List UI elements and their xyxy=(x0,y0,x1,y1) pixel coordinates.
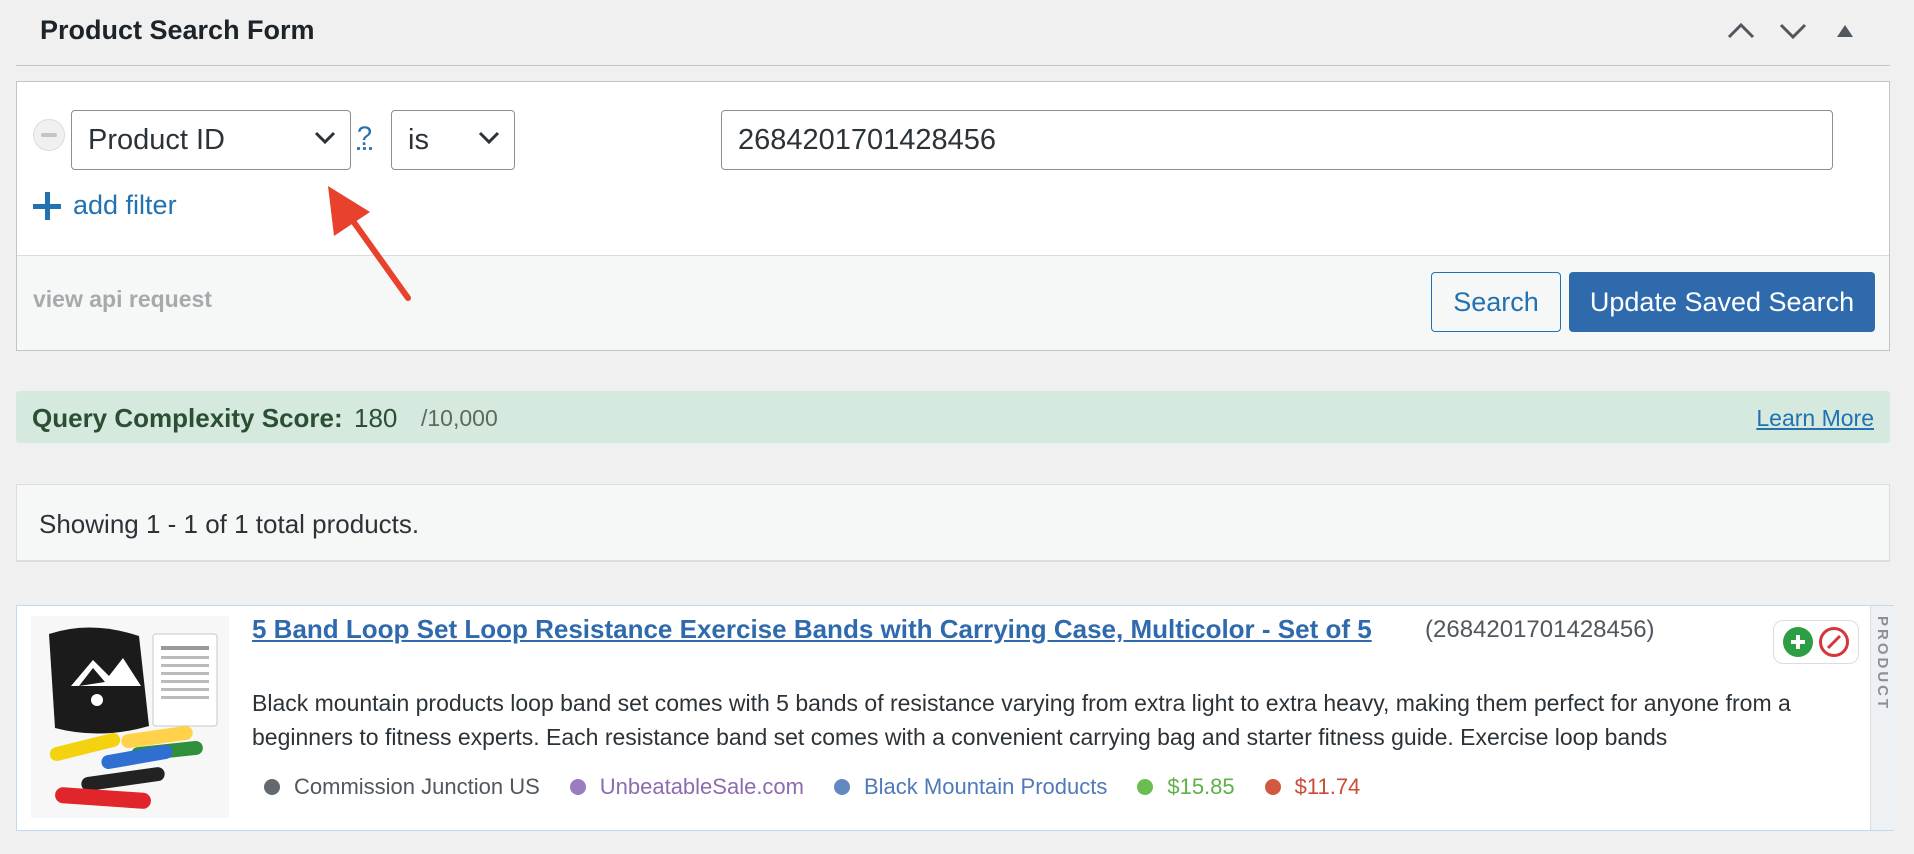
view-api-request-link[interactable]: view api request xyxy=(33,286,212,313)
merchant-tag: UnbeatableSale.com xyxy=(569,774,804,800)
remove-filter-icon[interactable] xyxy=(33,119,65,151)
update-saved-search-button[interactable]: Update Saved Search xyxy=(1569,272,1875,332)
panel-title: Product Search Form xyxy=(40,15,315,45)
product-card: 5 Band Loop Set Loop Resistance Exercise… xyxy=(16,605,1895,831)
product-image[interactable] xyxy=(31,616,229,818)
price-tag: $15.85 xyxy=(1137,774,1235,800)
sale-price-tag: $11.74 xyxy=(1264,774,1361,800)
product-actions xyxy=(1773,620,1859,664)
sale-price-label: $11.74 xyxy=(1294,774,1361,799)
results-summary-box: Showing 1 - 1 of 1 total products. xyxy=(16,484,1890,562)
merchant-dot-icon xyxy=(569,779,586,795)
chevron-up-icon xyxy=(1727,22,1755,39)
price-label: $15.85 xyxy=(1167,774,1235,799)
filter-operator-select[interactable]: is xyxy=(391,110,515,170)
filter-operator-value: is xyxy=(408,124,429,156)
form-footer: view api request Search Update Saved Sea… xyxy=(17,255,1889,350)
brand-dot-icon xyxy=(834,779,850,795)
select-chevron-icon xyxy=(478,131,500,145)
panel-header: Product Search Form xyxy=(16,0,1890,66)
search-button[interactable]: Search xyxy=(1431,272,1561,332)
network-label: Commission Junction US xyxy=(294,774,540,799)
product-side-tab: PRODUCT xyxy=(1870,606,1895,830)
add-filter-link[interactable]: add filter xyxy=(33,190,177,221)
filter-field-value: Product ID xyxy=(88,124,225,156)
complexity-score: 180 xyxy=(354,403,398,433)
search-form: Product ID ? is 2684201701428456 add fil… xyxy=(16,81,1890,351)
toggle-panel-button[interactable] xyxy=(1828,14,1862,48)
product-meta: Commission Junction US UnbeatableSale.co… xyxy=(264,774,1360,800)
move-down-button[interactable] xyxy=(1776,14,1810,48)
merchant-label: UnbeatableSale.com xyxy=(599,774,804,799)
select-chevron-icon xyxy=(314,131,336,145)
annotation-arrow xyxy=(328,186,411,301)
price-dot-icon xyxy=(1137,779,1154,795)
plus-icon xyxy=(33,191,61,220)
product-description: Black mountain products loop band set co… xyxy=(252,690,1791,750)
block-product-icon[interactable] xyxy=(1819,627,1849,657)
complexity-max: /10,000 xyxy=(421,405,498,431)
network-tag: Commission Junction US xyxy=(264,774,540,800)
add-product-icon[interactable] xyxy=(1783,627,1813,657)
brand-label: Black Mountain Products xyxy=(864,774,1108,799)
results-summary: Showing 1 - 1 of 1 total products. xyxy=(39,509,420,539)
brand-tag: Black Mountain Products xyxy=(834,774,1107,800)
filter-value-input[interactable]: 2684201701428456 xyxy=(721,110,1833,170)
complexity-label: Query Complexity Score: xyxy=(32,403,343,433)
network-dot-icon xyxy=(264,779,280,795)
learn-more-link[interactable]: Learn More xyxy=(1756,405,1874,432)
collapse-triangle-icon xyxy=(1837,25,1853,37)
add-filter-label: add filter xyxy=(73,190,177,220)
product-title-link[interactable]: 5 Band Loop Set Loop Resistance Exercise… xyxy=(252,614,1372,645)
product-image-art xyxy=(31,616,229,818)
product-id: (2684201701428456) xyxy=(1425,616,1655,643)
sale-price-dot-icon xyxy=(1264,779,1281,795)
filter-field-select[interactable]: Product ID xyxy=(71,110,351,170)
move-up-button[interactable] xyxy=(1724,14,1758,48)
product-side-tab-label: PRODUCT xyxy=(1874,616,1891,712)
query-complexity-bar: Query Complexity Score: 180 /10,000 Lear… xyxy=(16,391,1890,443)
filter-help-link[interactable]: ? xyxy=(357,121,372,152)
chevron-down-icon xyxy=(1779,23,1807,40)
